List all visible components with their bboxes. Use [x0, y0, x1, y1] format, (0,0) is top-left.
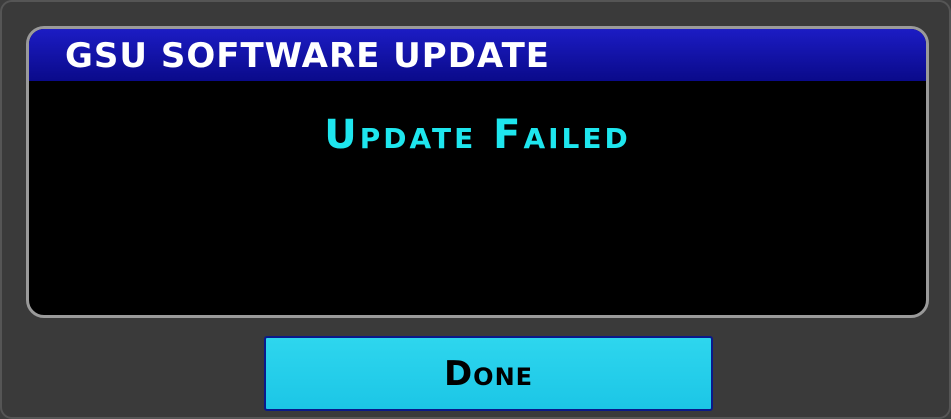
dialog-title: GSU SOFTWARE UPDATE [65, 36, 551, 76]
done-button-label: Done [443, 353, 534, 394]
title-bar: GSU SOFTWARE UPDATE [29, 29, 926, 83]
software-update-dialog: GSU SOFTWARE UPDATE Update Failed Done [0, 0, 951, 419]
status-message: Update Failed [324, 112, 631, 158]
message-panel: GSU SOFTWARE UPDATE Update Failed [26, 26, 929, 318]
done-button[interactable]: Done [264, 336, 713, 411]
